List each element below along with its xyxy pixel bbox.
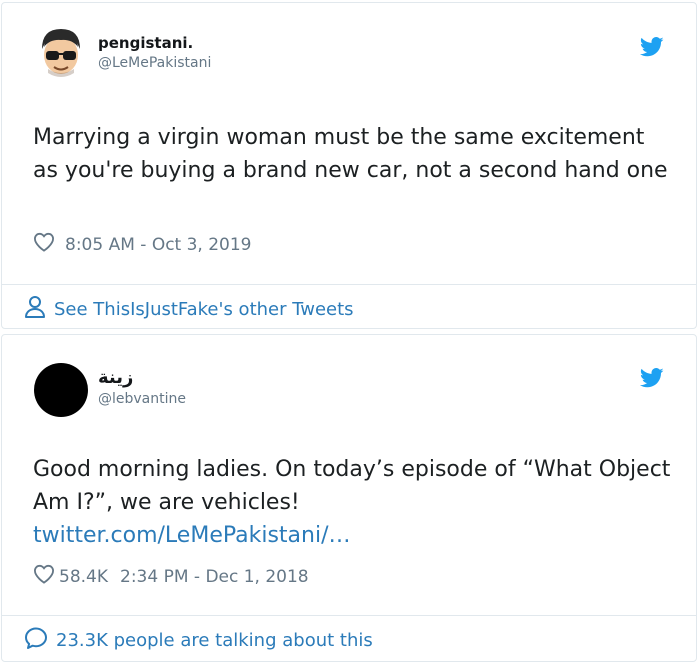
- speech-bubble-icon: [24, 626, 48, 655]
- display-name[interactable]: pengistani.: [98, 34, 193, 52]
- tweet-card-2: زينة @lebvantine Good morning ladies. On…: [1, 334, 697, 662]
- avatar-cartoon[interactable]: [34, 25, 88, 79]
- footer-label: 23.3K people are talking about this: [56, 630, 373, 651]
- conversation-link[interactable]: 23.3K people are talking about this: [24, 626, 373, 655]
- tweet-meta: 58.4K 2:34 PM - Dec 1, 2018: [33, 564, 309, 589]
- tweet-meta: 8:05 AM - Oct 3, 2019: [33, 232, 252, 257]
- twitter-bird-icon[interactable]: [639, 37, 664, 57]
- divider: [2, 615, 696, 616]
- username-handle[interactable]: @lebvantine: [98, 391, 186, 407]
- tweet-link[interactable]: twitter.com/LeMePakistani/…: [33, 523, 351, 548]
- timestamp[interactable]: 8:05 AM - Oct 3, 2019: [65, 235, 252, 255]
- timestamp[interactable]: 2:34 PM - Dec 1, 2018: [120, 567, 309, 587]
- divider: [2, 284, 696, 285]
- username-handle[interactable]: @LeMePakistani: [98, 55, 211, 71]
- heart-icon[interactable]: [33, 564, 55, 589]
- like-count[interactable]: 58.4K: [59, 567, 108, 587]
- twitter-bird-icon[interactable]: [639, 368, 664, 388]
- see-other-tweets-link[interactable]: See ThisIsJustFake's other Tweets: [24, 295, 354, 324]
- footer-label: See ThisIsJustFake's other Tweets: [54, 299, 354, 320]
- person-icon: [24, 295, 46, 324]
- heart-icon[interactable]: [33, 232, 55, 257]
- tweet-text: Marrying a virgin woman must be the same…: [33, 125, 668, 183]
- tweet-card-1: pengistani. @LeMePakistani Marrying a vi…: [1, 2, 697, 329]
- display-name[interactable]: زينة: [98, 367, 133, 388]
- tweet-text-block: Good morning ladies. On today’s episode …: [33, 453, 673, 552]
- tweet-text: Good morning ladies. On today’s episode …: [33, 457, 671, 515]
- avatar-black[interactable]: [34, 363, 88, 417]
